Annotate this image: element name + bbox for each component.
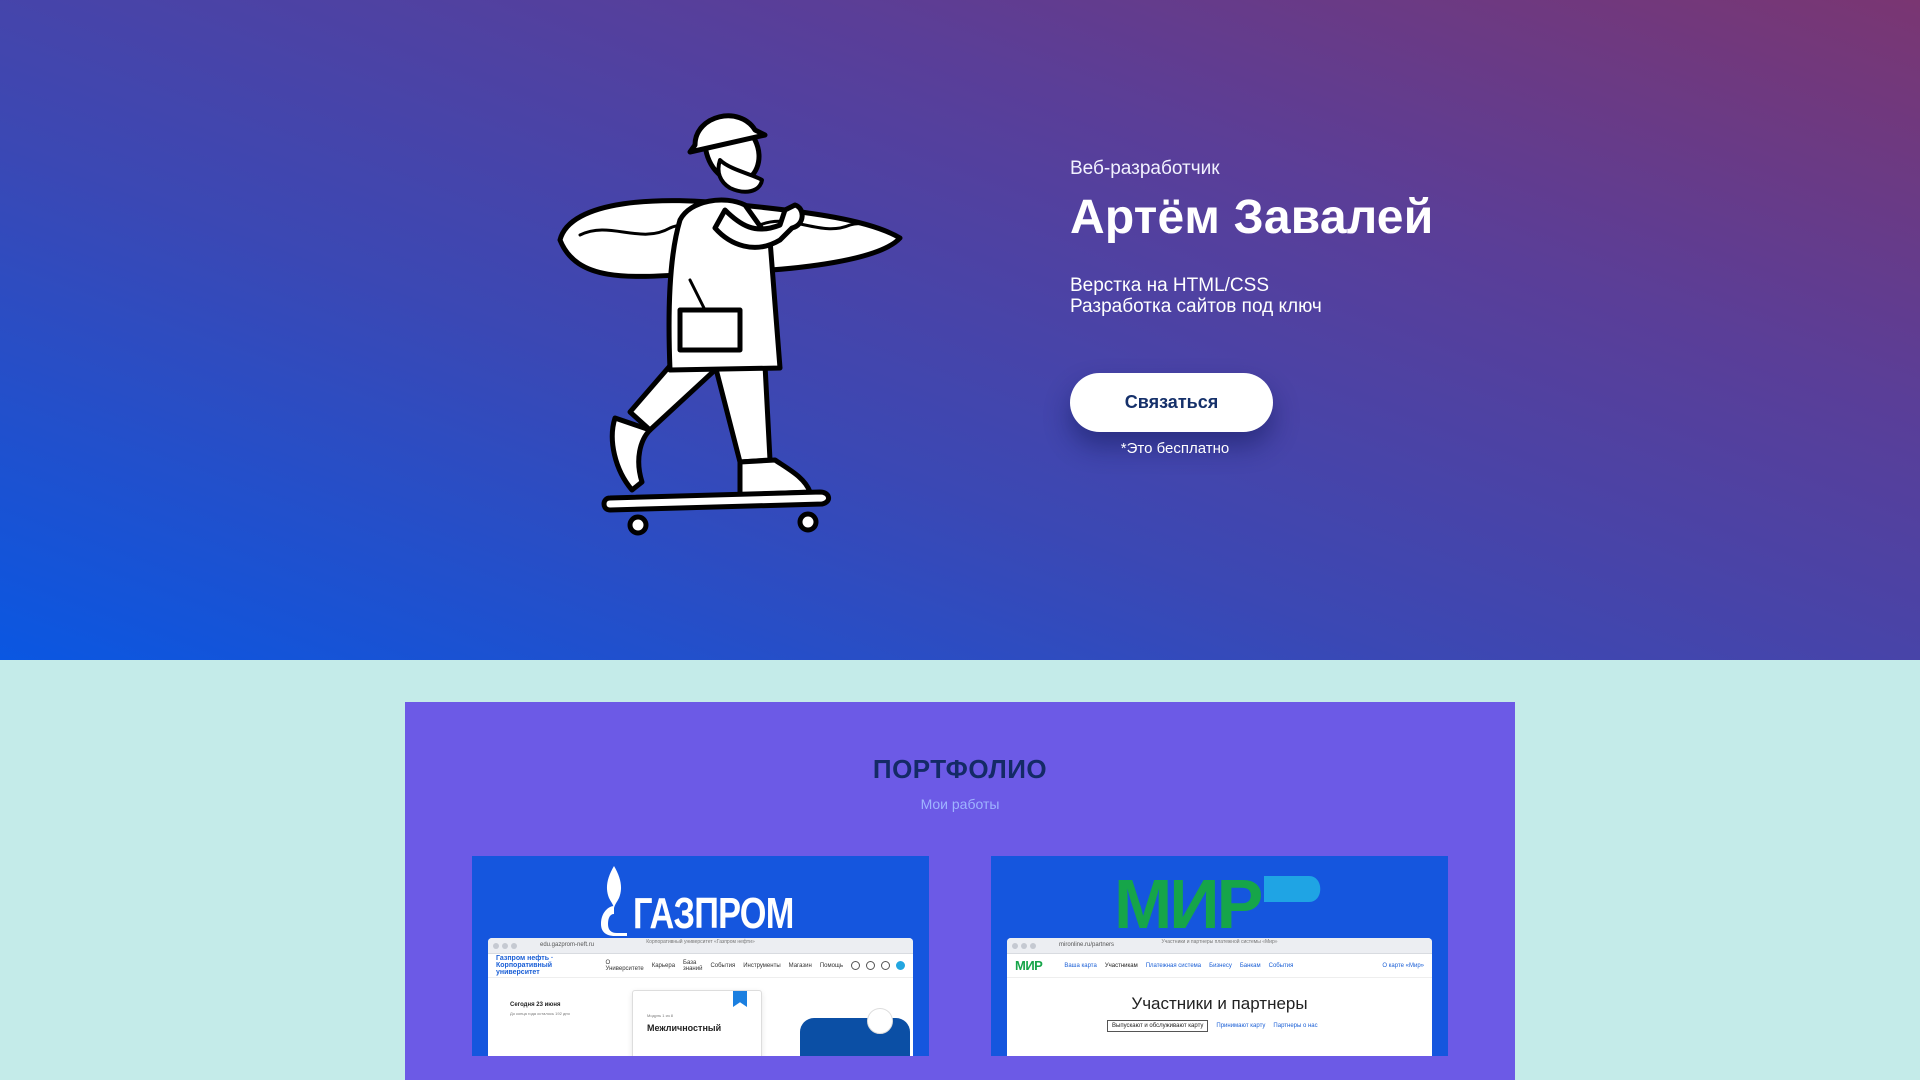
module-title: Межличностный (647, 1023, 722, 1033)
hero-service-item: Разработка сайтов под ключ (1070, 296, 1322, 317)
site-nav-item: База знаний (683, 959, 703, 972)
floating-action-icon (867, 1008, 893, 1034)
cta-note: *Это бесплатно (1120, 440, 1230, 457)
browser-url: mironline.ru/partners (1059, 942, 1115, 948)
hero-name: Артём Завалей (1070, 191, 1434, 244)
avatar (866, 961, 875, 970)
module-card: Модуль 1 из 8 Межличностный (632, 990, 762, 1056)
site-nav-item: О Университете (605, 959, 644, 972)
gazprom-flame-icon (601, 866, 627, 936)
site-nav-item: Помощь (819, 962, 843, 969)
site-nav-item: Магазин (788, 962, 812, 969)
filter-chip: Выпускают и обслуживают карту (1107, 1020, 1209, 1032)
gazprom-logo: ГАЗПРОМ (597, 864, 839, 936)
site-heading: Участники и партнеры (1131, 994, 1308, 1013)
contact-button[interactable]: Связаться (1070, 373, 1273, 432)
site-nav-item: Бизнесу (1209, 962, 1232, 969)
portfolio-title: ПОРТФОЛИО (872, 754, 1048, 784)
site-nav-item: Инструменты (743, 962, 781, 969)
filter-link: Партнеры о нас (1273, 1023, 1318, 1029)
portfolio-card-gazprom[interactable]: ГАЗПРОМ Корпоративный университет «Газпр… (472, 856, 929, 1056)
browser-bar: Корпоративный университет «Газпром нефти… (488, 938, 913, 954)
portfolio-subtitle: Мои работы (920, 796, 1000, 812)
browser-url: edu.gazprom-neft.ru (540, 942, 595, 948)
search-icon (851, 961, 860, 970)
hero-role: Веб-разработчик (1070, 158, 1220, 179)
site-nav-item: События (710, 962, 736, 969)
site-nav-item: Участникам (1104, 962, 1138, 969)
site-nav-item: Карьера (651, 962, 676, 969)
site-nav: МИР Ваша карта Участникам Платежная сист… (1007, 954, 1432, 978)
site-nav-icons (851, 961, 905, 970)
site-filter-links: Выпускают и обслуживают карту Принимают … (1107, 1020, 1318, 1032)
site-nav-item: События (1268, 962, 1294, 969)
site-nav-item: О карте «Мир» (1382, 962, 1424, 969)
hero-service-item: Верстка на HTML/CSS (1070, 275, 1269, 296)
mir-logo-text: МИР (1114, 872, 1262, 932)
bookmark-icon (733, 991, 747, 1007)
browser-preview: Участники и партнеры платежной системы «… (1007, 938, 1432, 1056)
site-nav: Газпром нефть · Корпоративный университе… (488, 954, 913, 978)
notification-icon (881, 961, 890, 970)
module-label: Модуль 1 из 8 (647, 1013, 674, 1018)
hero-services: Верстка на HTML/CSS Разработка сайтов по… (1070, 275, 1433, 317)
portfolio-section: ПОРТФОЛИО Мои работы ГАЗПРОМ Корпоративн… (405, 702, 1515, 1080)
mir-logo: МИР (1114, 872, 1321, 932)
status-badge (896, 961, 905, 970)
browser-preview: Корпоративный университет «Газпром нефти… (488, 938, 913, 1056)
site-logo: Газпром нефть · Корпоративный университе… (496, 955, 554, 976)
site-nav-item: Банкам (1239, 962, 1261, 969)
site-date: Сегодня 23 июня (510, 1002, 561, 1008)
gazprom-logo-text: ГАЗПРОМ (633, 889, 794, 938)
decorative-panel (800, 1018, 910, 1056)
site-nav-item: Ваша карта (1064, 962, 1097, 969)
filter-link: Принимают карту (1216, 1023, 1266, 1029)
site-content: Участники и партнеры Выпускают и обслужи… (1007, 978, 1432, 1056)
site-date-sub: До конца года осталось 192 дня (510, 1011, 570, 1016)
browser-bar: Участники и партнеры платежной системы «… (1007, 938, 1432, 954)
site-nav-item: Платежная система (1145, 962, 1202, 969)
site-logo: МИР (1015, 958, 1043, 973)
hero-section: Веб-разработчик Артём Завалей Верстка на… (0, 0, 1920, 660)
site-content: Сегодня 23 июня До конца года осталось 1… (488, 978, 913, 1056)
skater-illustration (557, 113, 903, 536)
hero-text: Веб-разработчик Артём Завалей Верстка на… (1070, 158, 1433, 317)
portfolio-card-mir[interactable]: МИР Участники и партнеры платежной систе… (991, 856, 1448, 1056)
